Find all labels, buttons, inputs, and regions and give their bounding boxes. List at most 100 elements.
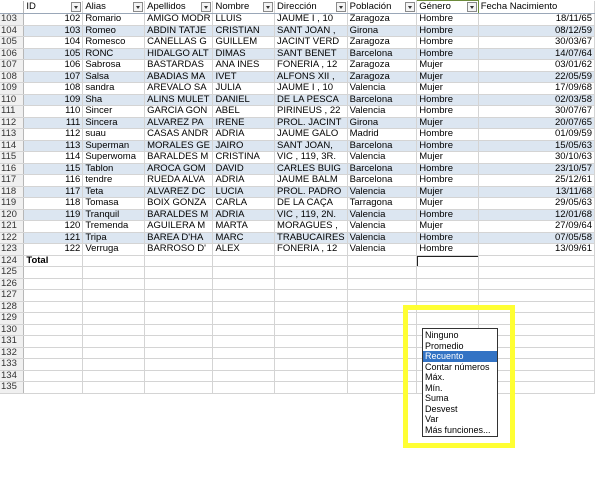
cell-poblacion[interactable]: Barcelona (347, 48, 418, 60)
empty-cell[interactable] (416, 301, 479, 313)
cell-alias[interactable]: Tripa (82, 232, 146, 244)
cell-fecha[interactable]: 18/11/65 (478, 13, 595, 26)
cell-apellidos[interactable]: BOIX GONZÁ (144, 197, 214, 210)
empty-cell[interactable] (144, 358, 214, 371)
cell-direccion[interactable]: JAUME I , 10 (274, 13, 348, 26)
cell-id[interactable]: 111 (23, 117, 84, 129)
cell-direccion[interactable]: SANT JOAN, (274, 140, 348, 152)
column-header-genero[interactable]: Género (416, 0, 479, 14)
empty-cell[interactable] (144, 381, 214, 394)
cell-alias[interactable]: Romario (82, 13, 146, 26)
cell-id[interactable]: 122 (23, 243, 84, 256)
cell-direccion[interactable]: VIC , 119, 2N. (274, 209, 348, 221)
cell-alias[interactable]: Romeo (82, 25, 146, 37)
cell-nombre[interactable]: JÚLIA (212, 82, 276, 95)
cell-direccion[interactable]: VIC , 119, 3R. (274, 151, 348, 164)
cell-fecha[interactable]: 30/03/67 (478, 36, 595, 49)
empty-cell[interactable] (274, 278, 348, 290)
cell-apellidos[interactable]: ABADIAS MA (144, 71, 214, 83)
empty-cell[interactable] (82, 278, 146, 290)
cell-direccion[interactable]: CARLES BUÏG (274, 163, 348, 175)
cell-nombre[interactable]: ADRIÀ (212, 174, 276, 187)
cell-direccion[interactable]: TRABUCAIRES (274, 232, 348, 244)
empty-cell[interactable] (212, 370, 276, 382)
filter-dropdown-icon[interactable] (263, 1, 274, 12)
cell-apellidos[interactable]: ALVAREZ PA (144, 117, 214, 129)
empty-cell[interactable] (23, 324, 84, 336)
empty-cell[interactable] (274, 381, 348, 394)
menu-item[interactable]: Ninguno (423, 330, 497, 341)
cell-nombre[interactable]: ADRIÀ (212, 128, 276, 141)
empty-cell[interactable] (23, 335, 84, 348)
cell-genero[interactable]: Mujer (416, 151, 479, 164)
cell-id[interactable]: 102 (23, 13, 84, 26)
cell-direccion[interactable]: JAUME GALO (274, 128, 348, 141)
cell-fecha[interactable]: 08/12/59 (478, 25, 595, 37)
cell-poblacion[interactable]: Valencia (347, 105, 418, 118)
cell-apellidos[interactable]: BARALDÉS M (144, 209, 214, 221)
cell-poblacion[interactable]: Valencia (347, 209, 418, 221)
empty-cell[interactable] (416, 266, 479, 279)
cell-alias[interactable]: Salsa (82, 71, 146, 83)
cell-nombre[interactable]: ANA INÉS (212, 59, 276, 72)
cell-poblacion[interactable]: Barcelona (347, 94, 418, 106)
cell-apellidos[interactable]: HIDALGO ALT (144, 48, 214, 60)
cell-nombre[interactable]: GUILLEM (212, 36, 276, 49)
cell-fecha[interactable]: 07/05/58 (478, 232, 595, 244)
cell-apellidos[interactable]: BASTARDAS (144, 59, 214, 72)
empty-cell[interactable] (274, 266, 348, 279)
empty-cell[interactable] (144, 278, 214, 290)
cell-id[interactable]: 110 (23, 105, 84, 118)
cell-nombre[interactable]: ALEX (212, 243, 276, 256)
cell-nombre[interactable]: LLUÍS (212, 13, 276, 26)
filter-dropdown-icon[interactable] (201, 1, 212, 12)
empty-cell[interactable] (144, 370, 214, 382)
cell-genero[interactable]: Hombre (416, 209, 479, 221)
empty-cell[interactable] (416, 312, 479, 325)
cell-alias[interactable]: Sabrosa (82, 59, 146, 72)
cell-id[interactable]: 106 (23, 59, 84, 72)
cell-genero[interactable]: Hombre (416, 128, 479, 141)
empty-cell[interactable] (416, 278, 479, 290)
cell-nombre[interactable]: DANIEL (212, 94, 276, 106)
cell-id[interactable]: 108 (23, 82, 84, 95)
cell-fecha[interactable]: 15/05/63 (478, 140, 595, 152)
cell-apellidos[interactable]: ALVAREZ DC (144, 186, 214, 198)
cell-id[interactable]: 112 (23, 128, 84, 141)
empty-cell[interactable] (347, 347, 418, 359)
cell-apellidos[interactable]: MORALES GE (144, 140, 214, 152)
cell-fecha[interactable]: 23/10/57 (478, 163, 595, 175)
cell-genero[interactable]: Hombre (416, 174, 479, 187)
cell-poblacion[interactable]: Valencia (347, 243, 418, 256)
cell-poblacion[interactable]: Girona (347, 25, 418, 37)
empty-cell[interactable] (478, 312, 595, 325)
menu-item[interactable]: Promedio (423, 341, 497, 352)
empty-cell[interactable] (274, 370, 348, 382)
cell-genero[interactable]: Hombre (416, 25, 479, 37)
cell-alias[interactable]: Sincera (82, 117, 146, 129)
cell-poblacion[interactable]: Valencia (347, 232, 418, 244)
empty-cell[interactable] (212, 335, 276, 348)
cell-id[interactable]: 109 (23, 94, 84, 106)
empty-cell[interactable] (82, 347, 146, 359)
column-header-alias[interactable]: Alias (82, 0, 146, 14)
empty-cell[interactable] (347, 289, 418, 302)
cell-id[interactable]: 115 (23, 163, 84, 175)
cell-fecha[interactable]: 12/01/68 (478, 209, 595, 221)
empty-cell[interactable] (82, 381, 146, 394)
cell-genero[interactable]: Hombre (416, 36, 479, 49)
cell-fecha[interactable]: 03/01/62 (478, 59, 595, 72)
cell-alias[interactable]: RONC (82, 48, 146, 60)
cell-nombre[interactable]: IVET (212, 71, 276, 83)
empty-cell[interactable] (212, 289, 276, 302)
cell-direccion[interactable]: DE LA PESCA (274, 94, 348, 106)
cell-id[interactable]: 104 (23, 36, 84, 49)
empty-cell[interactable] (274, 254, 348, 267)
cell-apellidos[interactable]: BAREA D'HA (144, 232, 214, 244)
cell-id[interactable]: 119 (23, 209, 84, 221)
cell-direccion[interactable]: FONERIA , 12 (274, 59, 348, 72)
cell-nombre[interactable]: CARLA (212, 197, 276, 210)
empty-cell[interactable] (144, 347, 214, 359)
column-header-direccion[interactable]: Dirección (274, 0, 348, 14)
cell-genero[interactable]: Mujer (416, 117, 479, 129)
